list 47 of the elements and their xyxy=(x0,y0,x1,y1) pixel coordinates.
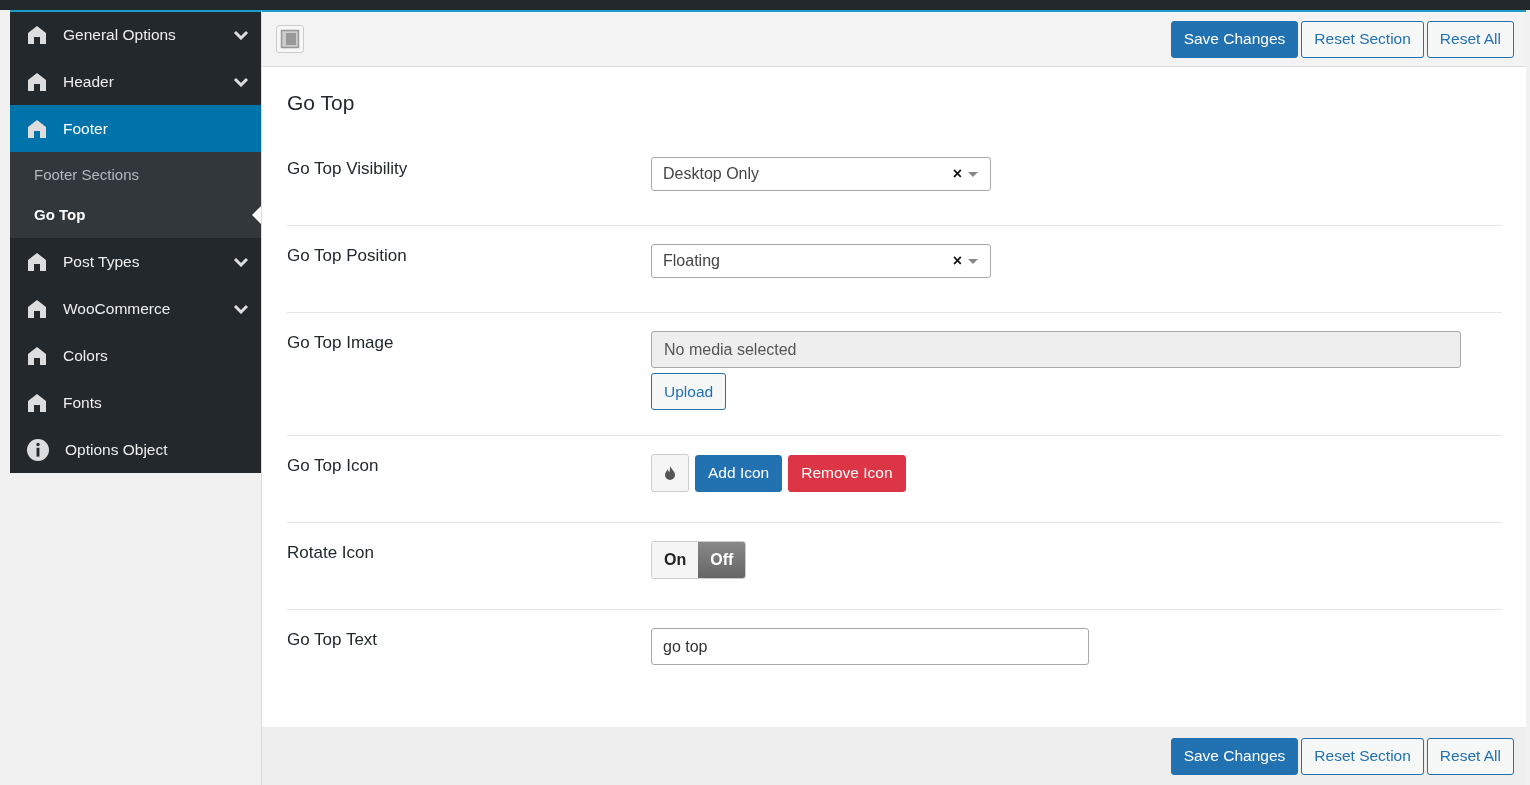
text-field[interactable]: go top xyxy=(651,628,1089,665)
sidebar-item[interactable]: Header xyxy=(10,58,261,105)
select-field[interactable]: Floating × xyxy=(651,244,991,278)
house-icon xyxy=(27,118,47,139)
sidebar-item[interactable]: WooCommerce xyxy=(10,285,261,332)
save-button[interactable]: Save Changes xyxy=(1170,737,1299,775)
chevron-down-icon xyxy=(233,303,249,314)
field-label: Rotate Icon xyxy=(287,542,375,564)
reset-button[interactable]: Reset All xyxy=(1426,737,1514,775)
toggle-switch[interactable]: On Off xyxy=(651,541,747,579)
reset-button[interactable]: Reset All xyxy=(1426,20,1514,58)
upload-button[interactable]: Upload xyxy=(651,373,727,410)
media-url-field[interactable]: No media selected xyxy=(651,331,1461,368)
house-icon xyxy=(27,71,47,92)
sidebar-item[interactable]: General Options xyxy=(10,12,261,58)
section-title: Go Top xyxy=(287,90,356,116)
chevron-down-icon xyxy=(233,256,249,267)
house-icon xyxy=(27,25,47,45)
field-label: Go Top Text xyxy=(287,629,379,651)
select-field[interactable]: Desktop Only × xyxy=(651,157,991,191)
sidebar-item[interactable]: Options Object xyxy=(10,426,261,473)
sidebar-subitem[interactable]: Go Top xyxy=(10,194,261,234)
sidebar-item[interactable]: Fonts xyxy=(10,379,261,426)
sidebar-item[interactable]: Colors xyxy=(10,332,261,379)
chevron-down-icon xyxy=(233,30,249,40)
caret-icon xyxy=(968,258,978,264)
house-icon xyxy=(27,392,47,413)
info-icon xyxy=(27,438,49,461)
chevron-down-icon xyxy=(233,76,249,87)
house-icon xyxy=(27,345,47,366)
save-button[interactable]: Save Changes xyxy=(1170,20,1299,58)
reset-button[interactable]: Reset Section xyxy=(1301,737,1424,775)
house-icon xyxy=(27,298,47,319)
field-label: Go Top Image xyxy=(287,332,395,354)
sidebar-item[interactable]: Footer xyxy=(10,105,261,152)
caret-icon xyxy=(968,171,978,177)
add-icon-button[interactable]: Add Icon xyxy=(695,454,783,492)
house-icon xyxy=(27,251,47,272)
sidebar-subitem[interactable]: Footer Sections xyxy=(10,154,261,194)
sidebar-item[interactable]: Post Types xyxy=(10,238,261,285)
field-label: Go Top Position xyxy=(287,245,408,267)
remove-icon-button[interactable]: Remove Icon xyxy=(788,454,906,492)
layout-toggle-button[interactable] xyxy=(276,25,304,53)
field-label: Go Top Icon xyxy=(287,455,380,477)
field-label: Go Top Visibility xyxy=(287,158,409,180)
reset-button[interactable]: Reset Section xyxy=(1301,20,1424,58)
flame-icon xyxy=(665,466,675,480)
